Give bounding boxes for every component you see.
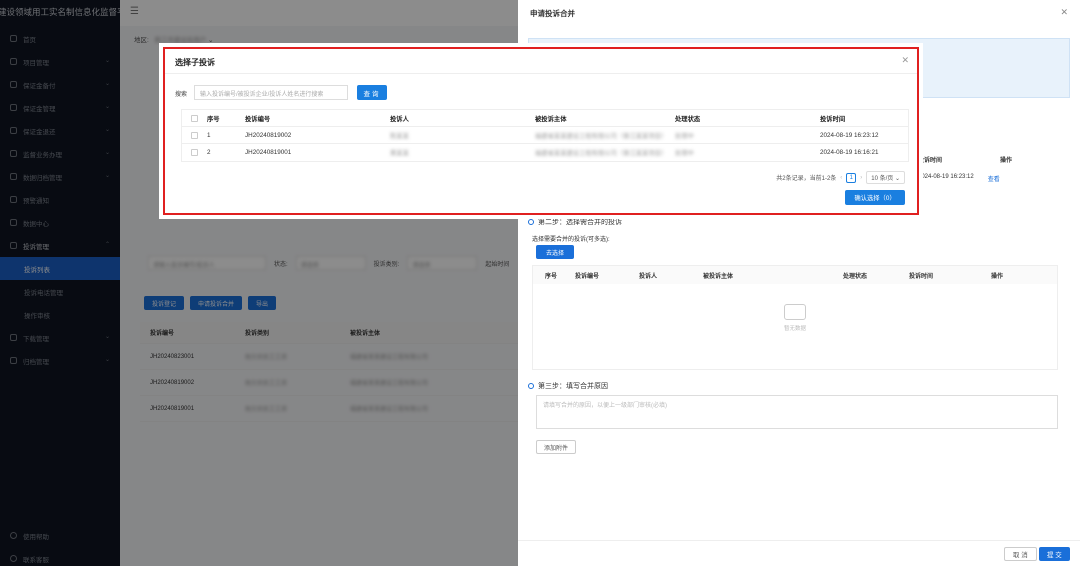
- drawer-title: 申请投诉合并: [530, 9, 575, 18]
- page-size-value: 10 条/页: [871, 176, 894, 182]
- row-no: 1: [207, 131, 211, 139]
- pagination: 共2条记录，当前1-2条 ‹ 1 › 10 条/页 ⌄: [776, 171, 905, 184]
- step-dot-icon: [528, 219, 534, 225]
- row-checkbox[interactable]: [191, 149, 198, 156]
- col-header: 操作: [991, 273, 1004, 280]
- row-id: JH20240819002: [245, 131, 292, 139]
- row-complainant: 黄某某: [390, 150, 409, 157]
- close-icon[interactable]: ✕: [901, 55, 909, 66]
- page-number[interactable]: 1: [846, 172, 857, 183]
- row-status: 处理中: [675, 150, 694, 157]
- next-page-icon[interactable]: ›: [860, 175, 862, 181]
- col-header: 序号: [545, 273, 558, 280]
- col-header: 投诉时间: [918, 158, 943, 164]
- sub-complaint-table: 序号 投诉编号 投诉人 被投诉主体 处理状态 投诉时间 1 JH20240819…: [181, 109, 909, 162]
- empty-box-icon: [784, 304, 806, 320]
- row-no: 2: [207, 149, 211, 156]
- table-header: 序号 投诉编号 投诉人 被投诉主体 处理状态 投诉时间 操作: [533, 266, 1057, 284]
- step3-heading: 第三步：填写合并原因: [528, 381, 608, 391]
- col-header-no: 序号: [207, 115, 220, 123]
- complaint-time: 2024-08-19 16:23:12: [918, 174, 974, 180]
- search-label: 搜索: [175, 92, 188, 98]
- table-row[interactable]: 2 JH20240819001 黄某某 福建省某某建设工程有限公司（晋江某某项目…: [182, 144, 908, 161]
- query-button[interactable]: 查询: [357, 85, 387, 100]
- empty-text: 暂无数据: [783, 326, 806, 332]
- close-icon[interactable]: ✕: [1060, 7, 1068, 18]
- col-header: 操作: [1000, 158, 1013, 164]
- col-header: 被投诉主体: [703, 273, 734, 280]
- divider: [165, 73, 917, 74]
- col-header: 投诉编号: [575, 273, 600, 280]
- step2-hint: 选择需要合并的投诉(可多选):: [532, 237, 610, 243]
- merge-reason-input[interactable]: 请填写合并的原因，以便上一级部门审核(必填): [536, 395, 1058, 429]
- drawer-footer: 取 消 提 交: [518, 540, 1080, 566]
- search-input[interactable]: 输入投诉编号/被投诉企业/投诉人姓名进行搜索: [194, 85, 348, 100]
- row-complainant: 陈某某: [390, 132, 409, 140]
- row-status: 处理中: [675, 132, 694, 140]
- col-header-status: 处理状态: [675, 115, 701, 123]
- col-header: 处理状态: [843, 273, 868, 280]
- page-size-select[interactable]: 10 条/页 ⌄: [866, 171, 905, 184]
- step2-heading: 第二步：选择需合并的投诉: [528, 217, 622, 227]
- table-row[interactable]: 1 JH20240819002 陈某某 福建省某某建设工程有限公司（晋江某某项目…: [182, 127, 908, 144]
- pagination-total: 共2条记录，当前1-2条: [776, 176, 837, 182]
- col-header: 投诉时间: [909, 273, 934, 280]
- cancel-button[interactable]: 取 消: [1004, 547, 1037, 561]
- select-sub-complaint-dialog: 选择子投诉 ✕ 搜索 输入投诉编号/被投诉企业/投诉人姓名进行搜索 查询 序号 …: [163, 47, 919, 215]
- col-header-target: 被投诉主体: [535, 115, 567, 123]
- table-header: 序号 投诉编号 投诉人 被投诉主体 处理状态 投诉时间: [182, 110, 908, 127]
- select-complaint-button[interactable]: 去选择: [536, 245, 574, 259]
- col-header-complainant: 投诉人: [390, 115, 409, 123]
- step2-label: 第二步：选择需合并的投诉: [538, 219, 622, 226]
- row-target: 福建省某某建设工程有限公司（晋江某某项目）: [535, 150, 668, 157]
- row-time: 2024-08-19 16:16:21: [820, 149, 879, 156]
- prev-page-icon[interactable]: ‹: [840, 175, 842, 181]
- view-link[interactable]: 查看: [988, 174, 1000, 183]
- row-checkbox[interactable]: [191, 131, 198, 139]
- col-header: 投诉人: [639, 273, 658, 280]
- confirm-selection-button[interactable]: 确认选择（0）: [845, 190, 905, 205]
- empty-state: 暂无数据: [533, 284, 1057, 332]
- step3-label: 第三步：填写合并原因: [538, 383, 608, 390]
- add-attachment-button[interactable]: 添加附件: [536, 440, 577, 454]
- merge-table: 序号 投诉编号 投诉人 被投诉主体 处理状态 投诉时间 操作 暂无数据: [532, 265, 1058, 370]
- row-id: JH20240819001: [245, 149, 292, 156]
- submit-button[interactable]: 提 交: [1039, 547, 1070, 561]
- col-header-time: 投诉时间: [820, 115, 846, 123]
- chevron-down-icon: ⌄: [894, 176, 900, 182]
- dialog-title: 选择子投诉: [175, 58, 215, 67]
- select-all-checkbox[interactable]: [191, 114, 198, 122]
- selected-main-complaint: 投诉时间 操作 2024-08-19 16:23:12 查看: [918, 155, 1012, 183]
- row-target: 福建省某某建设工程有限公司（晋江某某项目）: [535, 132, 668, 140]
- step-dot-icon: [528, 383, 534, 389]
- col-header-id: 投诉编号: [245, 115, 271, 123]
- row-time: 2024-08-19 16:23:12: [820, 131, 879, 139]
